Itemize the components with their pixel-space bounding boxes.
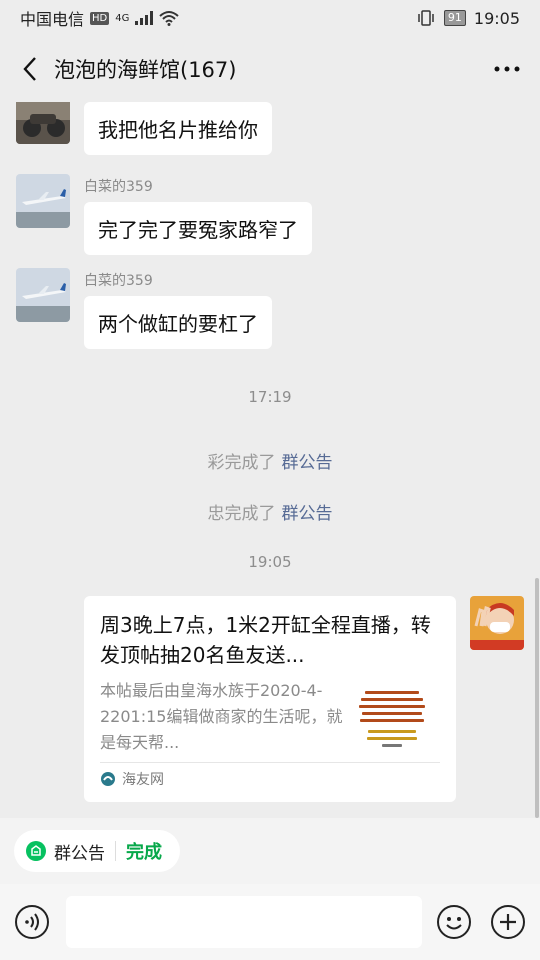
chat-area[interactable]: 我把他名片推给你 白菜的359 完了完了要冤家路窄了 白菜的359 两个做缸的要… [0, 102, 540, 818]
card-source: 海友网 [100, 769, 440, 789]
card-divider [100, 762, 440, 763]
system-notice: 忠完成了 群公告 [0, 499, 540, 524]
done-button[interactable]: 完成 [126, 838, 162, 864]
back-button[interactable] [16, 55, 44, 83]
more-button[interactable] [490, 57, 524, 81]
input-bar [0, 884, 540, 960]
source-name: 海友网 [122, 772, 164, 788]
timestamp: 19:05 [248, 553, 292, 571]
card-thumbnail [354, 684, 430, 754]
message-item: 白菜的359 两个做缸的要杠了 [16, 268, 272, 349]
more-icon [494, 66, 520, 72]
pinned-notice-label: 群公告 [54, 843, 105, 864]
hd-badge: HD [90, 11, 110, 25]
system-notice: 彩完成了 群公告 [0, 448, 540, 473]
group-notice-icon [26, 841, 46, 861]
sender-name: 白菜的359 [84, 179, 153, 195]
pinned-notice-area: 群公告 完成 [0, 818, 540, 884]
voice-icon[interactable] [14, 904, 50, 940]
network-type: 4G [115, 12, 130, 24]
pinned-notice-chip[interactable]: 群公告 完成 [14, 830, 180, 872]
group-notice-link[interactable]: 群公告 [282, 453, 333, 473]
chip-divider [115, 841, 116, 861]
signal-icon [135, 11, 154, 25]
sender-name: 白菜的359 [84, 273, 153, 289]
scrollbar[interactable] [535, 578, 539, 818]
notice-text: 忠完成了 [207, 504, 276, 524]
plus-icon[interactable] [490, 904, 526, 940]
carrier-label: 中国电信 [20, 10, 85, 29]
wifi-icon [159, 11, 180, 26]
vibrate-icon [418, 10, 434, 26]
message-bubble[interactable]: 两个做缸的要杠了 [84, 296, 272, 349]
card-title: 周3晚上7点，1米2开缸全程直播，转发顶帖抽20名鱼友送... [100, 613, 431, 667]
motorcycle-avatar[interactable] [16, 102, 70, 144]
message-input[interactable] [66, 896, 422, 948]
chat-header: 泡泡的海鲜馆(167) [0, 36, 540, 102]
card-description: 本帖最后由皇海水族于2020-4-2201:15编辑做商家的生活呢，就是每天帮.… [100, 681, 343, 752]
my-avatar[interactable] [470, 596, 524, 650]
battery-indicator: 91 [443, 10, 466, 26]
message-item: 白菜的359 完了完了要冤家路窄了 [16, 174, 312, 255]
status-bar: 中国电信 HD 4G 91 19:05 [0, 0, 540, 36]
group-notice-link[interactable]: 群公告 [282, 504, 333, 524]
chevron-left-icon [23, 57, 36, 81]
timestamp: 17:19 [248, 388, 292, 406]
clock: 19:05 [473, 8, 520, 28]
message-bubble[interactable]: 完了完了要冤家路窄了 [84, 202, 312, 255]
message-bubble[interactable]: 我把他名片推给你 [84, 102, 272, 155]
airplane-avatar[interactable] [16, 268, 70, 322]
source-logo-icon [101, 772, 115, 786]
message-item: 我把他名片推给你 [16, 102, 272, 155]
notice-text: 彩完成了 [207, 453, 276, 473]
chat-title: 泡泡的海鲜馆(167) [54, 58, 237, 82]
link-card[interactable]: 周3晚上7点，1米2开缸全程直播，转发顶帖抽20名鱼友送... 本帖最后由皇海水… [84, 596, 456, 802]
emoji-icon[interactable] [436, 904, 472, 940]
airplane-avatar[interactable] [16, 174, 70, 228]
